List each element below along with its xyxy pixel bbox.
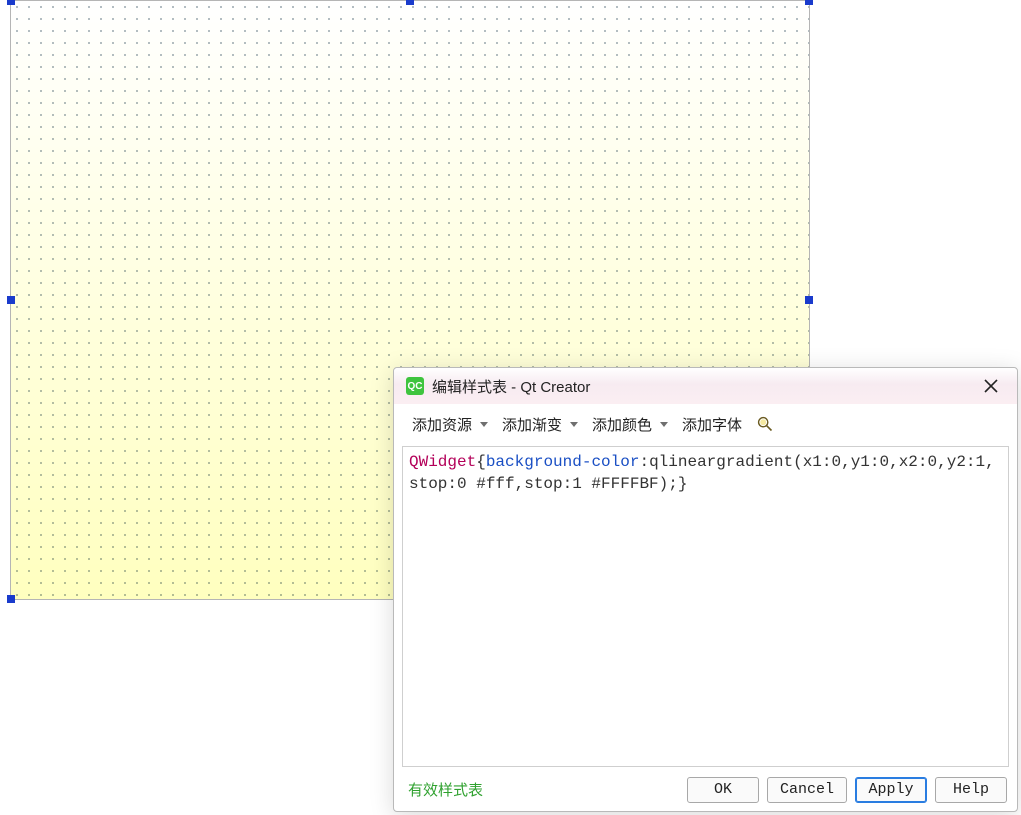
ok-button[interactable]: OK <box>687 777 759 803</box>
close-button[interactable] <box>977 372 1005 400</box>
code-open-brace: { <box>476 453 486 471</box>
magnifier-icon <box>757 416 773 432</box>
code-close-brace: } <box>678 475 688 493</box>
resize-handle-top-middle[interactable] <box>406 0 414 5</box>
add-resource-menu[interactable]: 添加资源 <box>412 414 488 435</box>
chevron-down-icon <box>570 422 578 427</box>
help-button[interactable]: Help <box>935 777 1007 803</box>
preview-button[interactable] <box>756 415 774 433</box>
stylesheet-code-editor[interactable]: QWidget{background-color:qlineargradient… <box>402 446 1009 767</box>
code-property: background-color <box>486 453 640 471</box>
dialog-title: 编辑样式表 - Qt Creator <box>432 376 977 397</box>
code-colon: : <box>639 453 649 471</box>
chevron-down-icon <box>660 422 668 427</box>
resize-handle-middle-right[interactable] <box>805 296 813 304</box>
cancel-button[interactable]: Cancel <box>767 777 847 803</box>
qt-creator-app-icon: QC <box>406 377 424 395</box>
dialog-titlebar[interactable]: QC 编辑样式表 - Qt Creator <box>394 368 1017 404</box>
add-resource-label: 添加资源 <box>412 414 472 435</box>
resize-handle-bottom-left[interactable] <box>7 595 15 603</box>
close-icon <box>984 379 998 393</box>
dialog-button-row: 有效样式表 OK Cancel Apply Help <box>394 771 1017 811</box>
dialog-toolbar: 添加资源 添加渐变 添加颜色 添加字体 <box>394 404 1017 444</box>
add-font-button[interactable]: 添加字体 <box>682 414 742 435</box>
add-gradient-label: 添加渐变 <box>502 414 562 435</box>
add-font-label: 添加字体 <box>682 414 742 435</box>
valid-stylesheet-label: 有效样式表 <box>408 779 679 800</box>
chevron-down-icon <box>480 422 488 427</box>
resize-handle-top-left[interactable] <box>7 0 15 5</box>
add-color-label: 添加颜色 <box>592 414 652 435</box>
resize-handle-middle-left[interactable] <box>7 296 15 304</box>
add-color-menu[interactable]: 添加颜色 <box>592 414 668 435</box>
app-icon-text: QC <box>408 381 423 392</box>
edit-stylesheet-dialog: QC 编辑样式表 - Qt Creator 添加资源 添加渐变 添加颜色 添加字… <box>393 367 1018 812</box>
resize-handle-top-right[interactable] <box>805 0 813 5</box>
add-gradient-menu[interactable]: 添加渐变 <box>502 414 578 435</box>
code-selector: QWidget <box>409 453 476 471</box>
apply-button[interactable]: Apply <box>855 777 927 803</box>
